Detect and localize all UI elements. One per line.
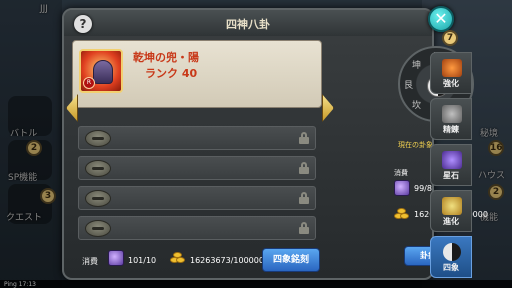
dialog-title: 四神八卦 (226, 18, 270, 31)
tab-label: 四象 (443, 263, 459, 272)
star-stone-icon (442, 151, 462, 169)
tab-evolve[interactable]: 進化 (430, 190, 472, 232)
tab-four-symbols[interactable]: 四象 (430, 236, 472, 278)
trigram: 坤 (412, 61, 422, 71)
gem-cost-value: 101/10 (128, 256, 157, 265)
tab-enhance[interactable]: 強化 (430, 52, 472, 94)
tab-label: 星石 (443, 171, 459, 180)
tab-refine[interactable]: 精錬 (430, 98, 472, 140)
gem-icon (394, 180, 410, 196)
enhance-icon (442, 59, 462, 77)
right-cost-label: 消費 (394, 169, 408, 177)
close-icon[interactable]: ✕ (428, 6, 454, 32)
lock-icon (299, 222, 309, 234)
dialog-title-bar: ? 四神八卦 (64, 10, 432, 36)
engrave-button[interactable]: 四象銘刻 (262, 248, 320, 272)
cost-label: 消費 (82, 257, 98, 266)
slot-disc-icon (85, 190, 111, 207)
rarity-badge: R (83, 77, 95, 89)
item-info-card: R 乾坤の兜・陽 ランク 40 (72, 40, 322, 108)
slot-disc-icon (85, 130, 111, 147)
lock-icon (299, 162, 309, 174)
next-arrow-icon[interactable] (322, 94, 334, 122)
yin-yang-icon (443, 243, 461, 261)
lock-icon (299, 192, 309, 204)
evolve-icon (442, 197, 462, 215)
engrave-slot[interactable] (78, 186, 316, 210)
game-screen: バトル SP機能 クエスト 2 3 秘境 ハウス 機能 16 2 JJJ ? 四… (0, 0, 512, 288)
engrave-slot[interactable] (78, 126, 316, 150)
trigram: 坎 (412, 101, 422, 111)
slot-disc-icon (85, 160, 111, 177)
status-bar (0, 280, 512, 288)
slot-disc-icon (85, 220, 111, 237)
lock-icon (299, 132, 309, 144)
gold-coin-icon (170, 250, 186, 264)
gold-cost-value: 16263673/100000 (190, 256, 264, 265)
refine-icon (442, 105, 462, 123)
item-name: 乾坤の兜・陽 (133, 51, 199, 64)
engrave-slot[interactable] (78, 216, 316, 240)
tab-badge: 7 (442, 30, 458, 46)
status-text: Ping 17:13 (4, 281, 36, 288)
helmet-item-icon: R (79, 49, 123, 93)
helmet-icon (93, 60, 113, 84)
gem-icon (108, 250, 124, 266)
item-rank: ランク 40 (145, 67, 198, 80)
tab-star-stone[interactable]: 星石 (430, 144, 472, 186)
gold-coin-icon (394, 206, 410, 220)
engrave-slot[interactable] (78, 156, 316, 180)
left-panel: R 乾坤の兜・陽 ランク 40 (66, 40, 334, 276)
tab-label: 精錬 (443, 125, 459, 134)
tab-label: 進化 (443, 217, 459, 226)
four-gods-dialog: ? 四神八卦 R 乾坤の兜・陽 ランク 40 消費 101/10 1626367… (62, 6, 488, 280)
tab-label: 強化 (443, 79, 459, 88)
current-hexagram-label: 現在の卦象 (398, 141, 433, 149)
side-tabs: 強化 7 精錬 星石 進化 四象 (430, 30, 474, 288)
trigram: 艮 (404, 81, 414, 91)
